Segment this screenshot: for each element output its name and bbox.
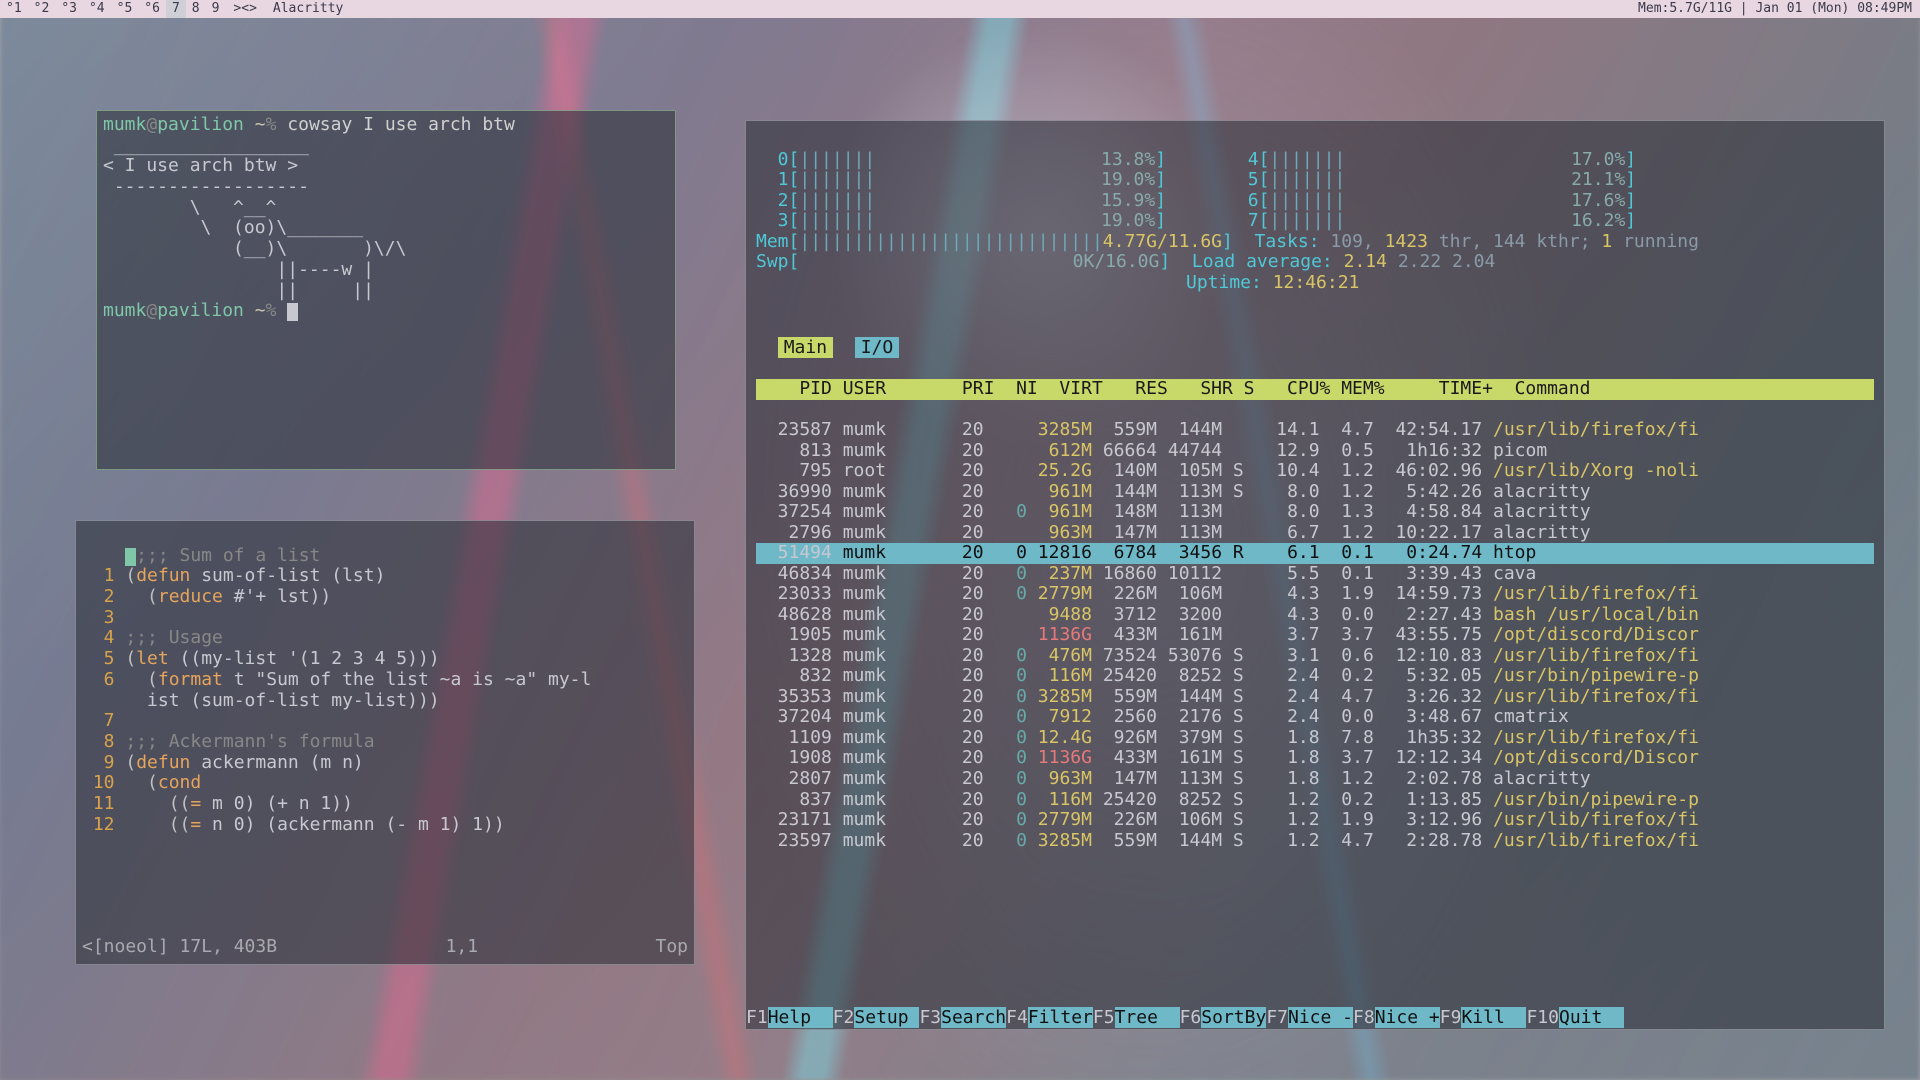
editor-status-line: <[noeol] 17L, 403B1,1Top	[82, 917, 688, 958]
status-right: Mem:5.7G/11G | Jan 01 (Mon) 08:49PM	[1638, 0, 1920, 18]
process-row[interactable]: 1905 mumk 20 1136G 433M 161M 3.7 3.7 43:…	[756, 625, 1874, 646]
fkey-sortby[interactable]: SortBy	[1201, 1007, 1266, 1028]
fkey-filter[interactable]: Filter	[1028, 1007, 1093, 1028]
command-input: cowsay I use arch btw	[287, 114, 515, 135]
cowsay-output: __________________ < I use arch btw > --…	[103, 135, 406, 301]
workspace-tag-1[interactable]: °1	[0, 0, 28, 18]
process-row[interactable]: 2796 mumk 20 963M 147M 113M 6.7 1.2 10:2…	[756, 523, 1874, 544]
mem-indicator: Mem:5.7G/11G	[1638, 1, 1732, 16]
workspace-tag-7[interactable]: 7	[166, 0, 186, 18]
htop-process-list[interactable]: 23587 mumk 20 3285M 559M 144M 14.1 4.7 4…	[756, 420, 1874, 851]
editor-content: ;;; Sum of a list 1 (defun sum-of-list (…	[82, 546, 688, 836]
process-row[interactable]: 837 mumk 20 0 116M 25420 8252 S 1.2 0.2 …	[756, 790, 1874, 811]
process-row[interactable]: 1328 mumk 20 0 476M 73524 53076 S 3.1 0.…	[756, 646, 1874, 667]
process-row[interactable]: 1109 mumk 20 0 12.4G 926M 379M S 1.8 7.8…	[756, 728, 1874, 749]
workspace-tag-4[interactable]: °4	[83, 0, 111, 18]
tab-main[interactable]: Main	[778, 337, 833, 358]
fkey-setup[interactable]: Setup	[854, 1007, 919, 1028]
terminal-htop[interactable]: 0[|||||||13.8%] 4[|||||||17.0%] 1[||||||…	[745, 120, 1885, 1030]
workspace-tag-2[interactable]: °2	[28, 0, 56, 18]
prompt-user: mumk	[103, 114, 146, 135]
workspace-tag-8[interactable]: 8	[186, 0, 206, 18]
process-row[interactable]: 1908 mumk 20 0 1136G 433M 161M S 1.8 3.7…	[756, 748, 1874, 769]
process-row[interactable]: 37204 mumk 20 0 7912 2560 2176 S 2.4 0.0…	[756, 707, 1874, 728]
fkey-nice -[interactable]: Nice -	[1288, 1007, 1353, 1028]
workspace-tag-5[interactable]: °5	[111, 0, 139, 18]
fkey-quit[interactable]: Quit	[1559, 1007, 1624, 1028]
process-row[interactable]: 23597 mumk 20 0 3285M 559M 144M S 1.2 4.…	[756, 831, 1874, 852]
process-row[interactable]: 23033 mumk 20 0 2779M 226M 106M 4.3 1.9 …	[756, 584, 1874, 605]
process-row[interactable]: 51494 mumk 20 0 12816 6784 3456 R 6.1 0.…	[756, 543, 1874, 564]
workspace-tag-9[interactable]: 9	[206, 0, 226, 18]
fkey-tree[interactable]: Tree	[1115, 1007, 1180, 1028]
process-row[interactable]: 23587 mumk 20 3285M 559M 144M 14.1 4.7 4…	[756, 420, 1874, 441]
process-row[interactable]: 37254 mumk 20 0 961M 148M 113M 8.0 1.3 4…	[756, 502, 1874, 523]
process-row[interactable]: 795 root 20 25.2G 140M 105M S 10.4 1.2 4…	[756, 461, 1874, 482]
process-row[interactable]: 832 mumk 20 0 116M 25420 8252 S 2.4 0.2 …	[756, 666, 1874, 687]
fkey-nice +[interactable]: Nice +	[1375, 1007, 1440, 1028]
process-row[interactable]: 2807 mumk 20 0 963M 147M 113M S 1.8 1.2 …	[756, 769, 1874, 790]
terminal-cowsay[interactable]: mumk@pavilion ~% cowsay I use arch btw _…	[96, 110, 676, 470]
workspace-tag-3[interactable]: °3	[55, 0, 83, 18]
editor-cursor	[125, 548, 136, 566]
process-row[interactable]: 813 mumk 20 612M 66664 44744 12.9 0.5 1h…	[756, 441, 1874, 462]
process-row[interactable]: 48628 mumk 20 9488 3712 3200 4.3 0.0 2:2…	[756, 605, 1874, 626]
tab-io[interactable]: I/O	[855, 337, 900, 358]
fkey-kill[interactable]: Kill	[1461, 1007, 1526, 1028]
process-row[interactable]: 46834 mumk 20 0 237M 16860 10112 5.5 0.1…	[756, 564, 1874, 585]
process-row[interactable]: 36990 mumk 20 961M 144M 113M S 8.0 1.2 5…	[756, 482, 1874, 503]
terminal-editor[interactable]: ;;; Sum of a list 1 (defun sum-of-list (…	[75, 520, 695, 965]
htop-footer[interactable]: F1Help F2Setup F3SearchF4FilterF5Tree F6…	[746, 1008, 1884, 1029]
clock: Jan 01 (Mon) 08:49PM	[1755, 1, 1912, 16]
window-title: Alacritty	[265, 0, 343, 18]
htop-meters: 0[|||||||13.8%] 4[|||||||17.0%] 1[||||||…	[756, 150, 1874, 294]
fkey-search[interactable]: Search	[941, 1007, 1006, 1028]
process-row[interactable]: 23171 mumk 20 0 2779M 226M 106M S 1.2 1.…	[756, 810, 1874, 831]
prompt-host: pavilion	[157, 114, 244, 135]
workspace-tag-6[interactable]: °6	[138, 0, 166, 18]
prompt-path: ~	[255, 114, 266, 135]
fkey-help[interactable]: Help	[768, 1007, 833, 1028]
status-bar: °1°2°3°4°5°6789 ><> Alacritty Mem:5.7G/1…	[0, 0, 1920, 18]
layout-symbol[interactable]: ><>	[225, 0, 264, 18]
htop-header[interactable]: PID USER PRI NI VIRT RES SHR S CPU% MEM%…	[756, 379, 1874, 400]
process-row[interactable]: 35353 mumk 20 0 3285M 559M 144M S 2.4 4.…	[756, 687, 1874, 708]
cursor	[287, 303, 298, 321]
